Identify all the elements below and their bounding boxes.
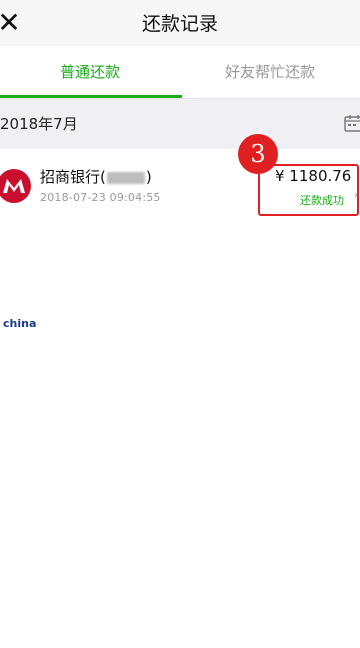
month-group-header: 2018年7月 [0,99,360,149]
top-bar: ✕ 还款记录 [0,0,360,46]
bank-logo-icon [0,169,31,203]
month-label: 2018年7月 [0,115,78,133]
tab-normal-repayment[interactable]: 普通还款 [0,46,180,98]
page-title: 还款记录 [141,13,218,35]
annotation-number-badge: 3 [238,134,278,174]
tab-bar: 普通还款 好友帮忙还款 [0,46,360,99]
repayment-status: 还款成功 [300,194,344,207]
tab-friend-repayment[interactable]: 好友帮忙还款 [180,46,360,98]
bank-name-suffix: ) [145,168,152,186]
calendar-icon[interactable] [344,114,360,132]
bank-name-text: 招商银行( [40,168,106,186]
bank-name: 招商银行() [40,166,152,187]
watermark-text: china [3,317,37,330]
repayment-timestamp: 2018-07-23 09:04:55 [40,191,161,204]
chevron-right-icon: › [354,190,358,201]
active-tab-indicator [0,95,182,98]
masked-card-number [106,171,145,184]
repayment-amount: ¥ 1180.76 [275,167,352,185]
